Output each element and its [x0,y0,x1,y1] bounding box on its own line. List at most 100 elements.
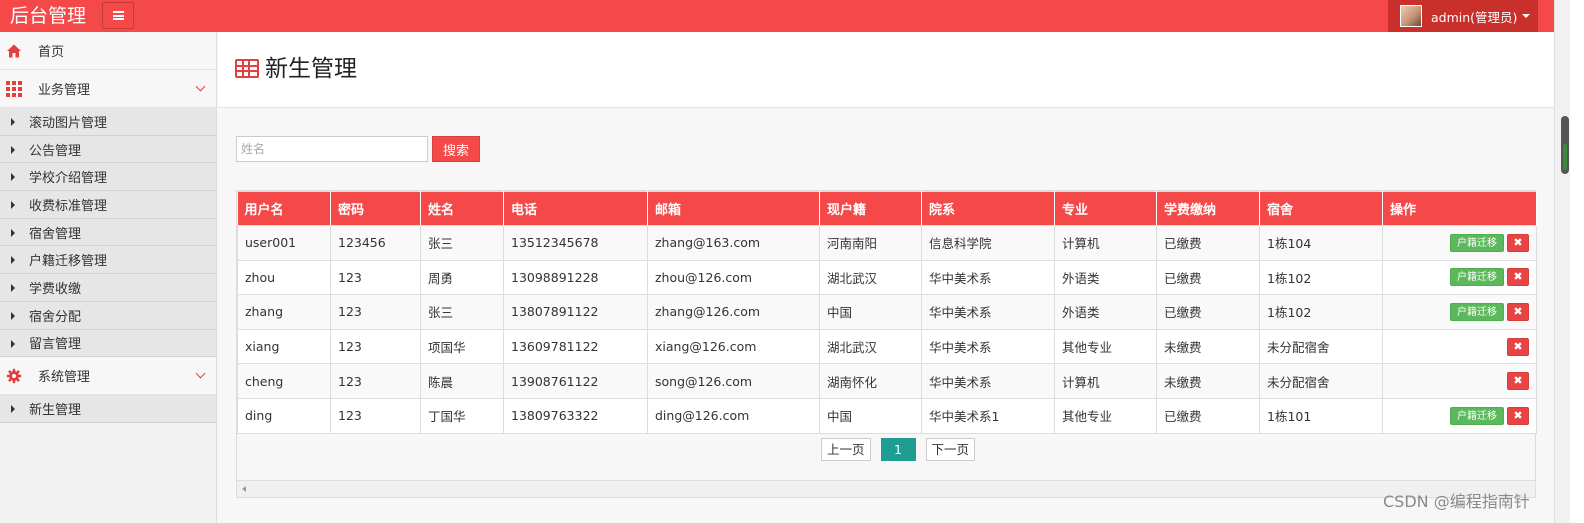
user-name: admin(管理员) [1431,9,1518,25]
column-header[interactable]: 密码 [330,191,421,226]
home-icon [7,44,21,58]
table-cell: 其他专业 [1054,397,1157,434]
prev-page-button[interactable]: 上一页 [821,438,871,461]
table-cell: 已缴费 [1156,397,1260,434]
sidebar-subitem[interactable]: 宿舍分配 [0,301,216,330]
sidebar-group-business[interactable]: 业务管理 [0,70,216,108]
sidebar-subitem[interactable]: 收费标准管理 [0,191,216,219]
sidebar-subitem[interactable]: 学费收缴 [0,274,216,302]
arrow-left-icon[interactable] [242,486,246,492]
actions-cell: ✖ [1382,328,1537,365]
sidebar-subitem-label: 学校介绍管理 [29,171,108,187]
table-cell: 1栋104 [1259,225,1383,261]
actions-cell: 户籍迁移 ✖ [1382,294,1537,330]
household-transfer-button[interactable]: 户籍迁移 [1450,233,1504,252]
column-header[interactable]: 学费缴纳 [1156,191,1260,226]
watermark: CSDN @编程指南针 [1383,492,1530,511]
table-cell: 外语类 [1054,259,1157,296]
table-cell: 123 [330,397,421,434]
column-header[interactable]: 邮箱 [647,191,820,226]
sidebar: 首页 业务管理 滚动图片管理公告管理学校介绍管理收费标准管理 宿舍管理户籍迁移管理… [0,32,217,523]
scrollbar-thumb[interactable] [1561,116,1569,174]
sidebar-subitem-label: 留言管理 [29,337,82,353]
household-transfer-button[interactable]: 户籍迁移 [1450,268,1504,287]
table-cell: 未缴费 [1156,328,1260,365]
table-cell: ding@126.com [647,397,820,434]
table-cell: 中国 [819,397,922,434]
column-header[interactable]: 现户籍 [819,191,922,226]
sidebar-item-home[interactable]: 首页 [0,32,216,70]
table-cell: 丁国华 [420,397,504,434]
caret-right-icon [11,201,15,210]
table-cell: 13807891122 [503,294,648,330]
table-cell: 华中美术系 [921,328,1055,365]
household-transfer-button[interactable]: 户籍迁移 [1450,406,1504,425]
sidebar-subitem-label: 滚动图片管理 [29,115,108,131]
vertical-scrollbar[interactable] [1554,0,1570,523]
sidebar-system-list: 新生管理 [0,395,216,423]
column-header[interactable]: 用户名 [237,191,331,226]
sidebar-subitem[interactable]: 公告管理 [0,135,216,164]
sidebar-subitem-label: 学费收缴 [29,281,82,297]
table-cell: 13908761122 [503,363,648,399]
household-transfer-button[interactable]: 户籍迁移 [1450,302,1504,321]
caret-right-icon [11,311,15,320]
table-row: ding 123 丁国华 13809763322 ding@126.com 中国 华中美术系… [237,397,1537,434]
table-cell: 湖北武汉 [819,259,922,296]
delete-icon[interactable]: ✖ [1507,372,1529,391]
delete-icon[interactable]: ✖ [1507,406,1529,425]
table-cell: user001 [237,225,331,261]
sidebar-subitem-label: 户籍迁移管理 [29,254,108,270]
table-cell: 1栋102 [1259,294,1383,330]
user-menu[interactable]: admin(管理员) [1388,0,1538,32]
search-button[interactable]: 搜索 [432,136,480,162]
sidebar-subitem[interactable]: 宿舍管理 [0,218,216,247]
sidebar-group-system[interactable]: 系统管理 [0,357,216,396]
caret-right-icon [11,256,15,265]
next-page-button[interactable]: 下一页 [925,438,976,461]
table-cell: 13098891228 [503,259,648,296]
column-header[interactable]: 操作 [1382,191,1537,226]
column-header[interactable]: 专业 [1054,191,1157,226]
table-cell: 123 [330,294,421,330]
sidebar-subitem[interactable]: 学校介绍管理 [0,163,216,192]
sidebar-subitem[interactable]: 新生管理 [0,395,216,423]
table-row: zhang 123 张三 13807891122 zhang@126.com 中国 华中美术… [237,294,1537,330]
table-icon [235,59,259,78]
sidebar-business-list: 滚动图片管理公告管理学校介绍管理收费标准管理 宿舍管理户籍迁移管理 学费收缴宿舍分配… [0,108,216,358]
table-cell: 张三 [420,294,504,330]
sidebar-subitem[interactable]: 户籍迁移管理 [0,246,216,275]
delete-icon[interactable]: ✖ [1507,302,1529,321]
app-title[interactable]: 后台管理 [10,3,86,29]
horizontal-scrollbar[interactable] [237,480,1535,497]
table-cell: 其他专业 [1054,328,1157,365]
column-header[interactable]: 姓名 [420,191,504,226]
page-number-button[interactable]: 1 [880,438,916,461]
search-input[interactable] [236,136,428,162]
delete-icon[interactable]: ✖ [1507,337,1529,356]
actions-cell: 户籍迁移 ✖ [1382,259,1537,296]
table-cell: ding [237,397,331,434]
caret-right-icon [11,339,15,348]
window-edge [1570,0,1584,523]
table-cell: 已缴费 [1156,225,1260,261]
table-cell: zhang@163.com [647,225,820,261]
table-cell: 123456 [330,225,421,261]
table-cell: zhou@126.com [647,259,820,296]
table-cell: 13609781122 [503,328,648,365]
column-header[interactable]: 宿舍 [1259,191,1383,226]
students-table-container: 用户名 密码 姓名 电话 邮箱 现户籍 院系 专业 学费缴纳 宿舍 操作 user001 123456… [236,190,1537,498]
delete-icon[interactable]: ✖ [1507,268,1529,287]
sidebar-subitem-label: 宿舍分配 [29,309,82,325]
table-cell: zhou [237,259,331,296]
sidebar-subitem[interactable]: 留言管理 [0,329,216,358]
menu-toggle-button[interactable] [102,2,134,29]
page-title: 新生管理 [265,56,357,82]
chevron-down-icon [195,81,206,92]
delete-icon[interactable]: ✖ [1507,233,1529,252]
table-cell: 项国华 [420,328,504,365]
sidebar-subitem[interactable]: 滚动图片管理 [0,108,216,136]
column-header[interactable]: 院系 [921,191,1055,226]
table-cell: 计算机 [1054,363,1157,399]
column-header[interactable]: 电话 [503,191,648,226]
